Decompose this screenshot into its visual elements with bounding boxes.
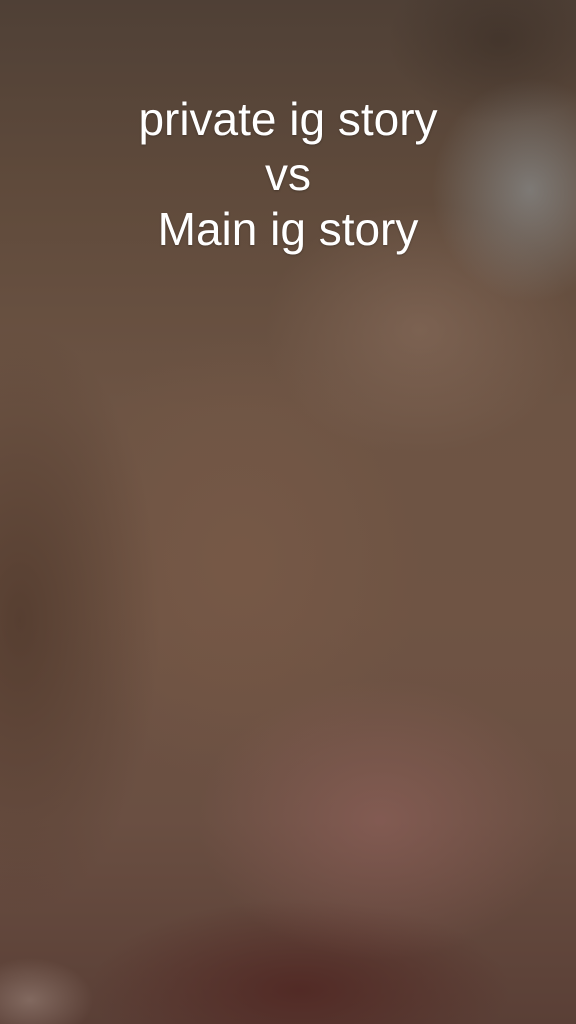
caption-line-2: vs <box>265 148 311 200</box>
caption-line-1: private ig story <box>138 93 438 145</box>
story-caption: private ig story vs Main ig story <box>0 92 576 257</box>
story-frame: private ig story vs Main ig story <box>0 0 576 1024</box>
caption-line-3: Main ig story <box>157 203 419 255</box>
